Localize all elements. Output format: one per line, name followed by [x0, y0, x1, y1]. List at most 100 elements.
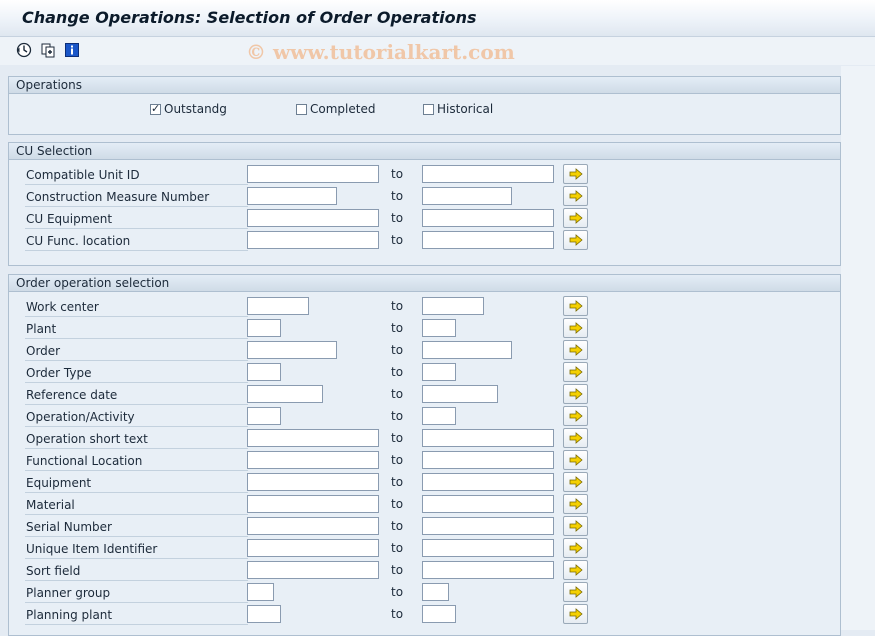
- functional-location-to-input[interactable]: [422, 451, 554, 469]
- checkbox-box[interactable]: [423, 103, 434, 115]
- unique-item-identifier-from-input[interactable]: [247, 539, 379, 557]
- multiple-selection-button[interactable]: [563, 340, 588, 360]
- cu-selection-header: CU Selection: [9, 143, 840, 160]
- arrow-right-icon: [569, 190, 583, 202]
- row-serial-number: Serial Number to: [25, 516, 832, 538]
- historical-checkbox[interactable]: Historical: [423, 102, 493, 116]
- multiple-selection-button[interactable]: [563, 604, 588, 624]
- plant-from-input[interactable]: [247, 319, 281, 337]
- order-from-input[interactable]: [247, 341, 337, 359]
- arrow-right-icon: [569, 168, 583, 180]
- multiple-selection-button[interactable]: [563, 208, 588, 228]
- planning-plant-to-input[interactable]: [422, 605, 456, 623]
- equipment-to-input[interactable]: [422, 473, 554, 491]
- row-equipment: Equipment to: [25, 472, 832, 494]
- multiple-selection-button[interactable]: [563, 230, 588, 250]
- multiple-selection-button[interactable]: [563, 406, 588, 426]
- checkbox-box[interactable]: ✓: [150, 102, 161, 115]
- to-label: to: [391, 519, 404, 533]
- field-label: Functional Location: [25, 452, 248, 471]
- arrow-right-icon: [569, 454, 583, 466]
- execute-icon[interactable]: [15, 41, 33, 59]
- multiple-selection-button[interactable]: [563, 384, 588, 404]
- order-type-to-input[interactable]: [422, 363, 456, 381]
- construction-measure-from-input[interactable]: [247, 187, 337, 205]
- operation-short-text-from-input[interactable]: [247, 429, 379, 447]
- multiple-selection-button[interactable]: [563, 186, 588, 206]
- field-label: Planning plant: [25, 606, 248, 625]
- operation-activity-to-input[interactable]: [422, 407, 456, 425]
- multiple-selection-button[interactable]: [563, 472, 588, 492]
- multiple-selection-button[interactable]: [563, 428, 588, 448]
- field-label: Planner group: [25, 584, 248, 603]
- arrow-right-icon: [569, 476, 583, 488]
- unique-item-identifier-to-input[interactable]: [422, 539, 554, 557]
- field-label: Reference date: [25, 386, 248, 405]
- equipment-from-input[interactable]: [247, 473, 379, 491]
- multiple-selection-button[interactable]: [563, 450, 588, 470]
- to-label: to: [391, 365, 404, 379]
- to-label: to: [391, 497, 404, 511]
- cu-func-location-to-input[interactable]: [422, 231, 554, 249]
- compatible-unit-to-input[interactable]: [422, 165, 554, 183]
- operation-activity-from-input[interactable]: [247, 407, 281, 425]
- checkbox-box[interactable]: [296, 103, 307, 115]
- plant-to-input[interactable]: [422, 319, 456, 337]
- multiple-selection-button[interactable]: [563, 494, 588, 514]
- planner-group-to-input[interactable]: [422, 583, 449, 601]
- compatible-unit-from-input[interactable]: [247, 165, 379, 183]
- field-label: Order: [25, 342, 248, 361]
- multiple-selection-button[interactable]: [563, 516, 588, 536]
- work-center-to-input[interactable]: [422, 297, 484, 315]
- to-label: to: [391, 211, 404, 225]
- title-bar: Change Operations: Selection of Order Op…: [0, 0, 875, 37]
- row-work-center: Work center to: [25, 296, 832, 318]
- to-label: to: [391, 585, 404, 599]
- cu-equipment-to-input[interactable]: [422, 209, 554, 227]
- information-icon[interactable]: [63, 41, 81, 59]
- field-label: Construction Measure Number: [25, 188, 248, 207]
- multiple-selection-button[interactable]: [563, 362, 588, 382]
- arrow-right-icon: [569, 410, 583, 422]
- to-label: to: [391, 453, 404, 467]
- multiple-selection-button[interactable]: [563, 296, 588, 316]
- functional-location-from-input[interactable]: [247, 451, 379, 469]
- to-label: to: [391, 233, 404, 247]
- serial-number-to-input[interactable]: [422, 517, 554, 535]
- construction-measure-to-input[interactable]: [422, 187, 512, 205]
- operation-short-text-to-input[interactable]: [422, 429, 554, 447]
- order-type-from-input[interactable]: [247, 363, 281, 381]
- row-compatible-unit-id: Compatible Unit ID to: [25, 164, 832, 186]
- order-to-input[interactable]: [422, 341, 512, 359]
- sort-field-to-input[interactable]: [422, 561, 554, 579]
- row-operation-activity: Operation/Activity to: [25, 406, 832, 428]
- serial-number-from-input[interactable]: [247, 517, 379, 535]
- multiple-selection-button[interactable]: [563, 582, 588, 602]
- planning-plant-from-input[interactable]: [247, 605, 281, 623]
- field-label: Equipment: [25, 474, 248, 493]
- work-center-from-input[interactable]: [247, 297, 309, 315]
- material-from-input[interactable]: [247, 495, 379, 513]
- material-to-input[interactable]: [422, 495, 554, 513]
- field-label: Plant: [25, 320, 248, 339]
- sort-field-from-input[interactable]: [247, 561, 379, 579]
- multiple-selection-button[interactable]: [563, 164, 588, 184]
- cu-func-location-from-input[interactable]: [247, 231, 379, 249]
- row-reference-date: Reference date to: [25, 384, 832, 406]
- arrow-right-icon: [569, 366, 583, 378]
- outstanding-checkbox[interactable]: ✓ Outstandg: [150, 102, 227, 116]
- cu-equipment-from-input[interactable]: [247, 209, 379, 227]
- get-variant-icon[interactable]: [39, 41, 57, 59]
- reference-date-to-input[interactable]: [422, 385, 498, 403]
- planner-group-from-input[interactable]: [247, 583, 274, 601]
- multiple-selection-button[interactable]: [563, 318, 588, 338]
- operations-group: Operations ✓ Outstandg Completed Histori…: [8, 76, 841, 135]
- completed-checkbox[interactable]: Completed: [296, 102, 375, 116]
- to-label: to: [391, 343, 404, 357]
- field-label: Order Type: [25, 364, 248, 383]
- reference-date-from-input[interactable]: [247, 385, 323, 403]
- row-cu-equipment: CU Equipment to: [25, 208, 832, 230]
- multiple-selection-button[interactable]: [563, 538, 588, 558]
- cu-selection-group: CU Selection Compatible Unit ID to Const…: [8, 142, 841, 266]
- multiple-selection-button[interactable]: [563, 560, 588, 580]
